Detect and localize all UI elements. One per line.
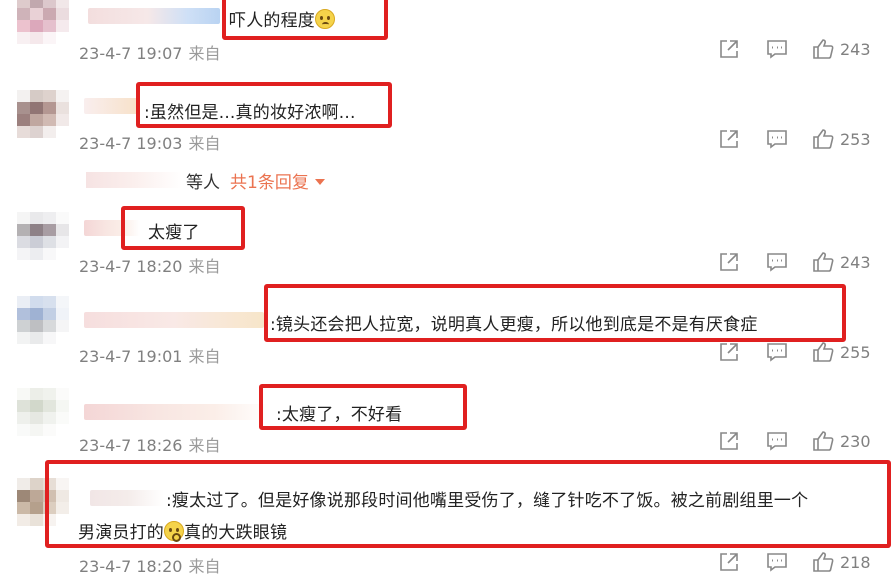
- highlight-box: [45, 460, 891, 548]
- comment-meta: 23-4-7 19:01 来自: [79, 347, 221, 366]
- share-icon[interactable]: [718, 38, 740, 60]
- share-icon[interactable]: [718, 341, 740, 363]
- avatar[interactable]: [17, 296, 69, 344]
- like-count: 253: [840, 130, 871, 149]
- highlight-box: [264, 284, 846, 342]
- comment-icon[interactable]: [766, 551, 788, 573]
- comment-actions: 243: [718, 38, 888, 62]
- like-icon[interactable]: [812, 251, 834, 273]
- comment-icon[interactable]: [766, 341, 788, 363]
- like-count: 243: [840, 40, 871, 59]
- username-blurred[interactable]: [84, 312, 264, 328]
- highlight-box: [121, 206, 245, 250]
- avatar[interactable]: [17, 388, 69, 436]
- comment-icon[interactable]: [766, 128, 788, 150]
- comment-meta: 23-4-7 19:07 来自: [79, 44, 221, 63]
- like-count: 218: [840, 553, 871, 572]
- username-blurred[interactable]: [84, 404, 270, 420]
- like-icon[interactable]: [812, 430, 834, 452]
- view-replies-link[interactable]: 共1条回复: [230, 173, 309, 193]
- comment-meta: 23-4-7 18:26 来自: [79, 436, 221, 455]
- avatar[interactable]: [17, 212, 69, 260]
- highlight-box: [259, 384, 467, 430]
- like-count: 243: [840, 253, 871, 272]
- comment-actions: 253: [718, 128, 888, 152]
- comment-actions: 255: [718, 341, 888, 365]
- like-count: 230: [840, 432, 871, 451]
- username-blurred[interactable]: [88, 8, 220, 24]
- reply-users-blurred: [86, 172, 182, 188]
- comment-meta: 23-4-7 19:03 来自: [79, 134, 221, 153]
- like-icon[interactable]: [812, 551, 834, 573]
- highlight-box: [136, 82, 392, 128]
- share-icon[interactable]: [718, 430, 740, 452]
- share-icon[interactable]: [718, 251, 740, 273]
- like-icon[interactable]: [812, 128, 834, 150]
- username-blurred[interactable]: [84, 98, 140, 114]
- avatar[interactable]: [17, 90, 69, 138]
- highlight-box: [222, 0, 388, 40]
- comment-meta: 23-4-7 18:20 来自: [79, 257, 221, 276]
- like-icon[interactable]: [812, 341, 834, 363]
- caret-down-icon[interactable]: [314, 179, 325, 185]
- comment-actions: 243: [718, 251, 888, 275]
- comment-icon[interactable]: [766, 430, 788, 452]
- like-icon[interactable]: [812, 38, 834, 60]
- comment-actions: 230: [718, 430, 888, 454]
- comment-actions: 218: [718, 551, 888, 574]
- share-icon[interactable]: [718, 128, 740, 150]
- comment-icon[interactable]: [766, 251, 788, 273]
- like-count: 255: [840, 343, 871, 362]
- avatar[interactable]: [17, 0, 69, 44]
- share-icon[interactable]: [718, 551, 740, 573]
- reply-suffix: 等人: [186, 173, 220, 193]
- comment-meta: 23-4-7 18:20 来自: [79, 557, 221, 574]
- comment-icon[interactable]: [766, 38, 788, 60]
